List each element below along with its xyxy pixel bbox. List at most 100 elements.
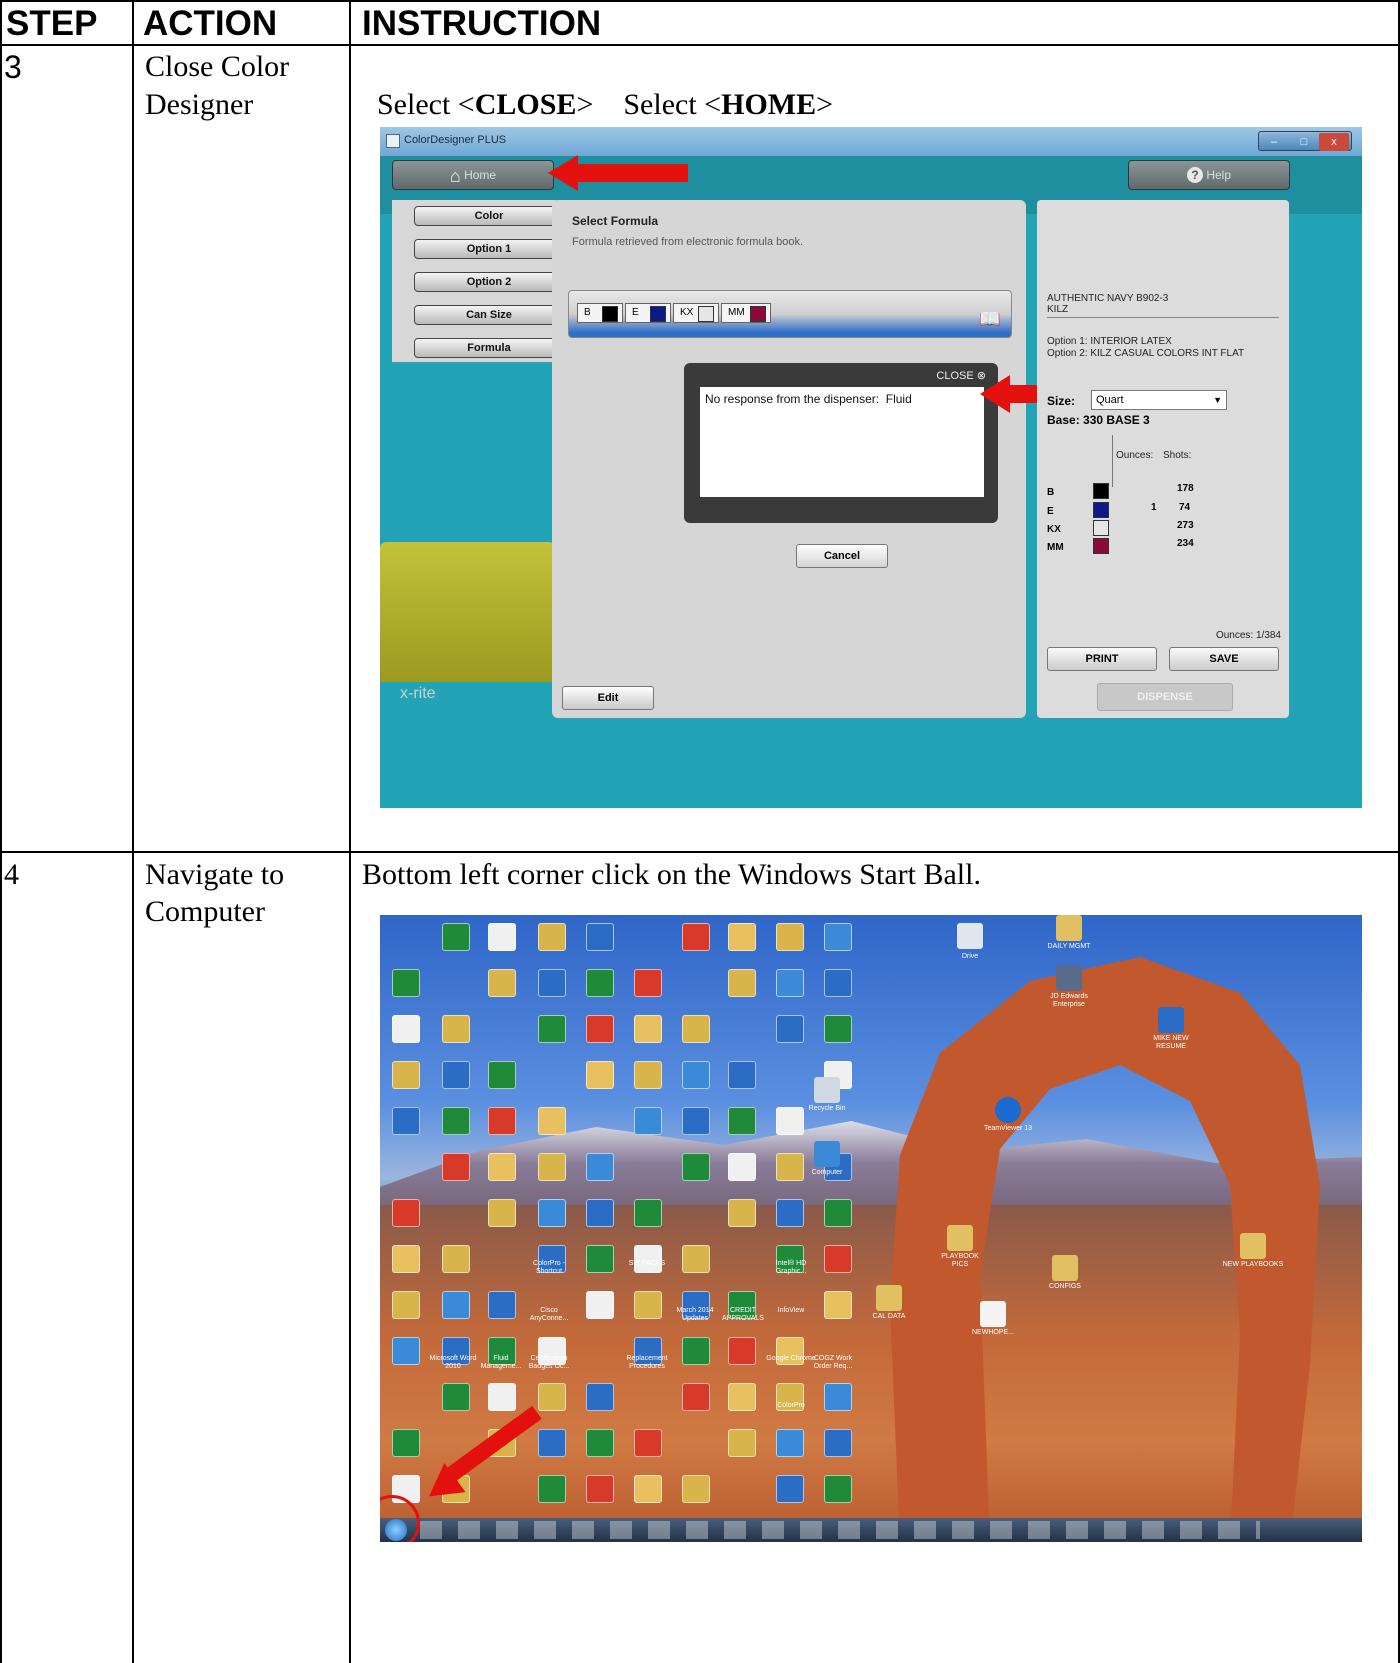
desktop-file-icon[interactable] <box>776 969 804 997</box>
folder-icon[interactable] <box>1056 915 1082 941</box>
desktop-file-icon[interactable] <box>442 1291 470 1319</box>
recycle-bin-icon[interactable] <box>814 1077 840 1103</box>
formula-book-icon[interactable]: 📖 <box>979 309 1001 330</box>
nav-option2[interactable]: Option 2 <box>414 272 564 292</box>
desktop-file-icon[interactable] <box>538 923 566 951</box>
desktop-file-icon[interactable] <box>824 1429 852 1457</box>
desktop-file-icon[interactable] <box>538 1107 566 1135</box>
desktop-file-icon[interactable] <box>728 1383 756 1411</box>
desktop-file-icon[interactable] <box>634 1015 662 1043</box>
desktop-file-icon[interactable] <box>392 1015 420 1043</box>
desktop-file-icon[interactable] <box>586 1153 614 1181</box>
desktop-file-icon[interactable] <box>488 923 516 951</box>
dialog-close-button[interactable]: CLOSE ⊗ <box>936 369 986 382</box>
desktop-file-icon[interactable] <box>682 1383 710 1411</box>
desktop-file-icon[interactable] <box>538 1153 566 1181</box>
desktop-file-icon[interactable] <box>586 1291 614 1319</box>
desktop-file-icon[interactable] <box>682 1475 710 1503</box>
colorant-chip-b[interactable]: B <box>577 303 623 323</box>
folder-icon[interactable] <box>876 1285 902 1311</box>
desktop-file-icon[interactable] <box>728 923 756 951</box>
desktop-file-icon[interactable] <box>728 969 756 997</box>
desktop-file-icon[interactable] <box>488 1153 516 1181</box>
print-button[interactable]: PRINT <box>1047 647 1157 671</box>
close-window-icon[interactable]: x <box>1319 133 1349 151</box>
desktop-file-icon[interactable] <box>488 1061 516 1089</box>
desktop-file-icon[interactable] <box>728 1337 756 1365</box>
desktop-file-icon[interactable] <box>586 1475 614 1503</box>
desktop-file-icon[interactable] <box>488 1199 516 1227</box>
desktop-file-icon[interactable] <box>586 1429 614 1457</box>
word-doc-icon[interactable] <box>1158 1007 1184 1033</box>
teamviewer-icon[interactable] <box>995 1097 1021 1123</box>
desktop-file-icon[interactable] <box>392 1291 420 1319</box>
desktop-file-icon[interactable] <box>442 1061 470 1089</box>
desktop-file-icon[interactable] <box>442 1015 470 1043</box>
file-icon[interactable] <box>980 1301 1006 1327</box>
desktop-file-icon[interactable] <box>392 1337 420 1365</box>
desktop-file-icon[interactable] <box>538 969 566 997</box>
desktop-file-icon[interactable] <box>442 1383 470 1411</box>
desktop-file-icon[interactable] <box>442 1107 470 1135</box>
desktop-file-icon[interactable] <box>728 1429 756 1457</box>
desktop-file-icon[interactable] <box>586 1383 614 1411</box>
desktop-file-icon[interactable] <box>392 1429 420 1457</box>
desktop-file-icon[interactable] <box>824 1245 852 1273</box>
folder-icon[interactable] <box>947 1225 973 1251</box>
desktop-file-icon[interactable] <box>634 1107 662 1135</box>
cancel-button[interactable]: Cancel <box>796 544 888 568</box>
desktop-file-icon[interactable] <box>392 969 420 997</box>
computer-icon[interactable] <box>814 1141 840 1167</box>
desktop-file-icon[interactable] <box>442 1245 470 1273</box>
drive-icon[interactable] <box>957 923 983 949</box>
nav-color[interactable]: Color <box>414 206 564 226</box>
maximize-icon[interactable]: □ <box>1289 133 1319 151</box>
desktop-file-icon[interactable] <box>586 1061 614 1089</box>
desktop-file-icon[interactable] <box>682 1061 710 1089</box>
desktop-file-icon[interactable] <box>824 1475 852 1503</box>
desktop-file-icon[interactable] <box>682 1245 710 1273</box>
folder-icon[interactable] <box>1240 1233 1266 1259</box>
nav-option1[interactable]: Option 1 <box>414 239 564 259</box>
edit-button[interactable]: Edit <box>562 686 654 710</box>
desktop-file-icon[interactable] <box>634 1475 662 1503</box>
desktop-file-icon[interactable] <box>586 1015 614 1043</box>
desktop-file-icon[interactable] <box>728 1061 756 1089</box>
folder-icon[interactable] <box>1052 1255 1078 1281</box>
desktop-file-icon[interactable] <box>392 1107 420 1135</box>
desktop-file-icon[interactable] <box>824 1291 852 1319</box>
desktop-file-icon[interactable] <box>682 1107 710 1135</box>
desktop-file-icon[interactable] <box>538 1199 566 1227</box>
desktop-file-icon[interactable] <box>634 1199 662 1227</box>
home-button[interactable]: ⌂ Home <box>392 160 554 190</box>
desktop-file-icon[interactable] <box>538 1475 566 1503</box>
desktop-file-icon[interactable] <box>634 1429 662 1457</box>
desktop-file-icon[interactable] <box>682 1015 710 1043</box>
desktop-file-icon[interactable] <box>442 1153 470 1181</box>
desktop-file-icon[interactable] <box>682 1153 710 1181</box>
desktop-file-icon[interactable] <box>586 1199 614 1227</box>
desktop-file-icon[interactable] <box>488 969 516 997</box>
desktop-file-icon[interactable] <box>824 1383 852 1411</box>
desktop-file-icon[interactable] <box>824 923 852 951</box>
desktop-file-icon[interactable] <box>824 1015 852 1043</box>
desktop-file-icon[interactable] <box>776 1475 804 1503</box>
desktop-file-icon[interactable] <box>392 1199 420 1227</box>
desktop-file-icon[interactable] <box>776 1199 804 1227</box>
desktop-file-icon[interactable] <box>488 1383 516 1411</box>
desktop-file-icon[interactable] <box>538 1015 566 1043</box>
desktop-file-icon[interactable] <box>682 923 710 951</box>
dispense-button[interactable]: DISPENSE <box>1097 683 1233 711</box>
help-button[interactable]: ? Help <box>1128 160 1290 190</box>
desktop-file-icon[interactable] <box>586 969 614 997</box>
desktop-file-icon[interactable] <box>776 1429 804 1457</box>
colorant-chip-kx[interactable]: KX <box>673 303 719 323</box>
desktop-file-icon[interactable] <box>392 1061 420 1089</box>
desktop-file-icon[interactable] <box>586 923 614 951</box>
desktop-file-icon[interactable] <box>488 1107 516 1135</box>
taskbar-pinned-apps[interactable] <box>420 1521 1260 1539</box>
desktop-file-icon[interactable] <box>824 1199 852 1227</box>
size-select[interactable]: Quart ▼ <box>1091 390 1227 410</box>
desktop-file-icon[interactable] <box>776 1015 804 1043</box>
desktop-file-icon[interactable] <box>586 1245 614 1273</box>
